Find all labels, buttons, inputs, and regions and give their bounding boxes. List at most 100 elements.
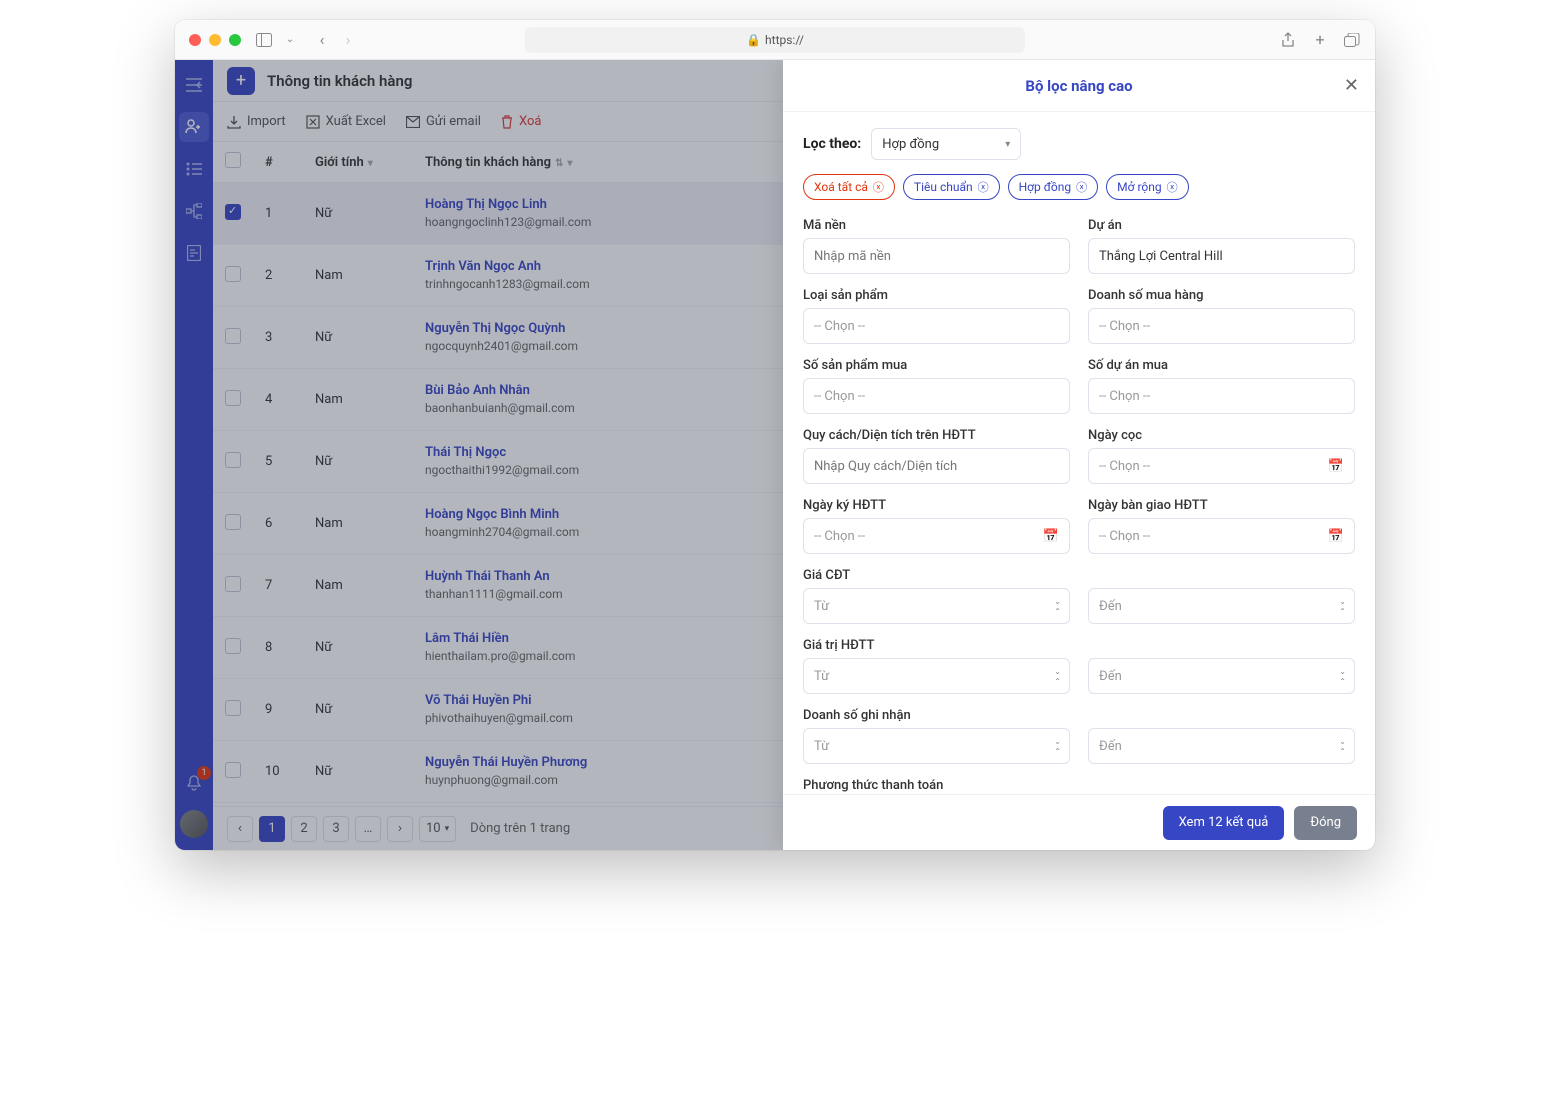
add-button[interactable]: + (227, 67, 255, 95)
ngay-coc-date[interactable]: -- Chọn --📅 (1088, 448, 1355, 484)
row-checkbox[interactable] (225, 204, 241, 220)
doanh-so-select[interactable]: -- Chọn -- (1088, 308, 1355, 344)
rail-customers[interactable] (179, 112, 209, 142)
quy-cach-input[interactable] (803, 448, 1070, 484)
row-gender: Nam (303, 493, 413, 555)
page-size-label: Dòng trên 1 trang (470, 821, 570, 836)
so-sp-select[interactable]: -- Chọn -- (803, 378, 1070, 414)
gia-tri-from[interactable]: Từ⌄⌃ (803, 658, 1070, 694)
customer-email: huynphuong@gmail.com (425, 773, 558, 787)
loai-sp-select[interactable]: -- Chọn -- (803, 308, 1070, 344)
row-checkbox[interactable] (225, 514, 241, 530)
du-an-input[interactable]: Thắng Lợi Central Hill (1088, 238, 1355, 274)
remove-icon: ⓧ (978, 179, 989, 195)
chevron-up-icon: ⌃ (1054, 677, 1061, 686)
avatar[interactable] (180, 810, 208, 838)
calendar-icon: 📅 (1328, 529, 1344, 544)
customer-email: thanhan1111@gmail.com (425, 587, 563, 601)
row-gender: Nữ (303, 431, 413, 493)
ma-nen-input[interactable] (803, 238, 1070, 274)
min-dot[interactable] (209, 34, 221, 46)
row-gender: Nữ (303, 307, 413, 369)
close-dot[interactable] (189, 34, 201, 46)
panel-header: Bộ lọc nâng cao ✕ (783, 60, 1375, 112)
row-checkbox[interactable] (225, 266, 241, 282)
chevron-up-icon: ⌃ (1054, 747, 1061, 756)
row-checkbox[interactable] (225, 762, 241, 778)
chip-clear-all[interactable]: Xoá tất cảⓧ (803, 174, 895, 200)
chevron-up-icon: ⌃ (1054, 607, 1061, 616)
panel-title: Bộ lọc nâng cao (1025, 77, 1132, 95)
url-text: https:// (765, 33, 804, 47)
row-checkbox[interactable] (225, 576, 241, 592)
col-gender[interactable]: Giới tính▾ (303, 142, 413, 183)
close-button[interactable]: Đóng (1294, 806, 1357, 840)
select-all-checkbox[interactable] (225, 152, 241, 168)
row-checkbox[interactable] (225, 452, 241, 468)
gia-tri-to[interactable]: Đến⌄⌃ (1088, 658, 1355, 694)
page-more[interactable]: … (355, 816, 381, 842)
row-num: 8 (253, 617, 303, 679)
page-3[interactable]: 3 (323, 816, 349, 842)
max-dot[interactable] (229, 34, 241, 46)
chip-standard[interactable]: Tiêu chuẩnⓧ (903, 174, 1000, 200)
rail-menu[interactable] (179, 70, 209, 100)
page-2[interactable]: 2 (291, 816, 317, 842)
sidebar-icon[interactable] (255, 31, 273, 49)
row-num: 4 (253, 369, 303, 431)
customer-email: ngocquynh2401@gmail.com (425, 339, 578, 353)
gia-cdt-from[interactable]: Từ⌄⌃ (803, 588, 1070, 624)
import-button[interactable]: Import (227, 114, 286, 129)
back-icon[interactable]: ‹ (313, 31, 331, 49)
next-page[interactable]: › (387, 816, 413, 842)
customer-email: hoangngoclinh123@gmail.com (425, 215, 591, 229)
tabs-icon[interactable] (1343, 31, 1361, 49)
share-icon[interactable] (1279, 31, 1297, 49)
filter-icon[interactable]: ▾ (567, 158, 572, 169)
filter-icon[interactable]: ▾ (368, 158, 373, 169)
page-size[interactable]: 10 ▾ (419, 816, 456, 842)
rail-org[interactable] (179, 196, 209, 226)
email-button[interactable]: Gửi email (406, 114, 481, 129)
add-tab-icon[interactable]: + (1311, 31, 1329, 49)
gia-cdt-to[interactable]: Đến⌄⌃ (1088, 588, 1355, 624)
doanh-so-gn-from[interactable]: Từ⌄⌃ (803, 728, 1070, 764)
rail-list[interactable] (179, 154, 209, 184)
row-checkbox[interactable] (225, 638, 241, 654)
chip-contract[interactable]: Hợp đồngⓧ (1008, 174, 1099, 200)
customer-email: ngocthaithi1992@gmail.com (425, 463, 579, 477)
rail-notifications[interactable]: 1 (179, 768, 209, 798)
row-checkbox[interactable] (225, 328, 241, 344)
remove-icon: ⓧ (873, 179, 884, 195)
doanh-so-gn-to[interactable]: Đến⌄⌃ (1088, 728, 1355, 764)
row-checkbox[interactable] (225, 390, 241, 406)
prev-page[interactable]: ‹ (227, 816, 253, 842)
titlebar: ⌄ ‹ › 🔒https:// + (175, 20, 1375, 60)
ngay-bg-date[interactable]: -- Chọn --📅 (1088, 518, 1355, 554)
close-icon[interactable]: ✕ (1344, 75, 1359, 96)
row-num: 2 (253, 245, 303, 307)
filter-panel: Bộ lọc nâng cao ✕ Lọc theo: Hợp đồng▾ Xo… (783, 60, 1375, 850)
chip-extended[interactable]: Mở rộngⓧ (1106, 174, 1188, 200)
chevron-down-icon[interactable]: ⌄ (281, 31, 299, 49)
row-gender: Nữ (303, 617, 413, 679)
filter-by-label: Lọc theo: (803, 136, 861, 152)
col-num[interactable]: # (253, 142, 303, 183)
url-bar[interactable]: 🔒https:// (525, 27, 1025, 53)
so-da-select[interactable]: -- Chọn -- (1088, 378, 1355, 414)
row-num: 7 (253, 555, 303, 617)
filter-by-select[interactable]: Hợp đồng▾ (871, 128, 1021, 160)
row-gender: Nam (303, 369, 413, 431)
rail-doc[interactable] (179, 238, 209, 268)
traffic-lights (189, 34, 241, 46)
sort-icon[interactable]: ⇅ (555, 158, 563, 169)
view-results-button[interactable]: Xem 12 kết quả (1163, 806, 1285, 840)
page-1[interactable]: 1 (259, 816, 285, 842)
export-button[interactable]: Xuất Excel (306, 114, 386, 129)
delete-button[interactable]: Xoá (501, 114, 542, 129)
row-gender: Nam (303, 555, 413, 617)
panel-footer: Xem 12 kết quả Đóng (783, 794, 1375, 850)
ngay-ky-date[interactable]: -- Chọn --📅 (803, 518, 1070, 554)
forward-icon[interactable]: › (339, 31, 357, 49)
row-checkbox[interactable] (225, 700, 241, 716)
